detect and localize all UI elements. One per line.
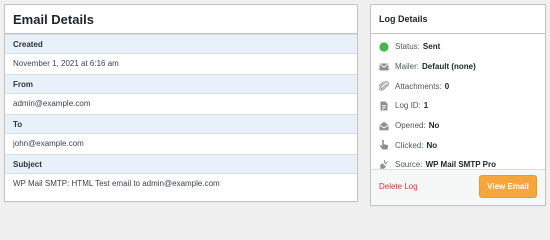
status-dot-icon xyxy=(379,42,389,52)
mailer-label: Mailer: xyxy=(395,62,420,72)
pointer-hand-icon xyxy=(379,140,389,150)
log-row-clicked: Clicked: No xyxy=(371,135,545,155)
view-email-button[interactable]: View Email xyxy=(479,175,537,198)
log-row-opened: Opened: No xyxy=(371,116,545,136)
opened-label: Opened: xyxy=(395,121,426,131)
log-row-status: Status: Sent xyxy=(371,37,545,57)
log-row-mailer: Mailer: Default (none) xyxy=(371,57,545,77)
log-id-label: Log ID: xyxy=(395,101,421,111)
paperclip-icon xyxy=(379,81,389,91)
opened-value: No xyxy=(428,121,440,131)
to-value: john@example.com xyxy=(5,134,357,154)
created-value: November 1, 2021 at 6:16 am xyxy=(5,54,357,74)
log-details-footer: Delete Log View Email xyxy=(371,169,545,205)
mail-icon xyxy=(379,62,389,72)
subject-label: Subject xyxy=(5,154,357,174)
document-icon xyxy=(379,101,389,111)
log-details-panel: Log Details Status: Sent Mailer: Default… xyxy=(370,4,546,206)
log-details-title: Log Details xyxy=(371,5,545,34)
attachments-value: 0 xyxy=(444,81,450,91)
status-value: Sent xyxy=(422,42,441,52)
from-value: admin@example.com xyxy=(5,94,357,114)
status-label: Status: xyxy=(395,42,420,52)
delete-log-link[interactable]: Delete Log xyxy=(379,182,418,191)
clicked-value: No xyxy=(426,140,438,150)
subject-value: WP Mail SMTP: HTML Test email to admin@e… xyxy=(5,174,357,194)
log-id-value: 1 xyxy=(423,101,429,111)
log-row-log-id: Log ID: 1 xyxy=(371,96,545,116)
to-label: To xyxy=(5,114,357,134)
from-label: From xyxy=(5,74,357,94)
email-details-title: Email Details xyxy=(5,5,357,34)
attachments-label: Attachments: xyxy=(395,81,442,91)
log-row-attachments: Attachments: 0 xyxy=(371,76,545,96)
log-details-list: Status: Sent Mailer: Default (none) Atta… xyxy=(371,34,545,175)
clicked-label: Clicked: xyxy=(395,140,424,150)
created-label: Created xyxy=(5,34,357,54)
mailer-value: Default (none) xyxy=(422,62,476,72)
open-envelope-icon xyxy=(379,121,389,131)
email-details-panel: Email Details Created November 1, 2021 a… xyxy=(4,4,358,202)
